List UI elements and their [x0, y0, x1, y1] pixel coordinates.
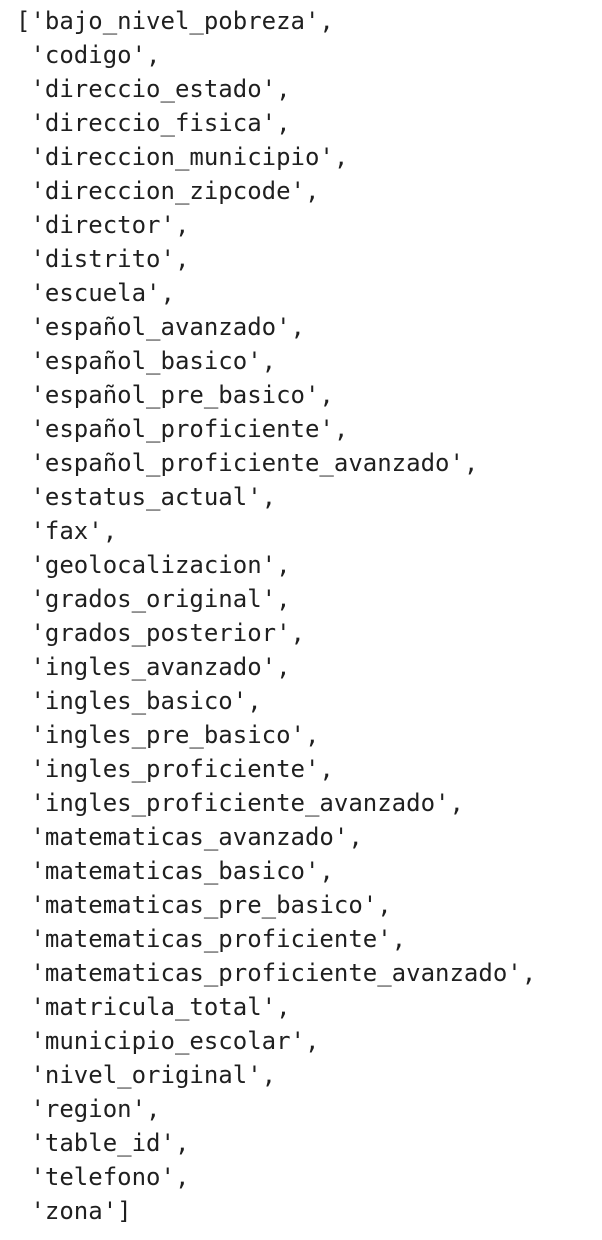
- output-line: 'matematicas_pre_basico',: [16, 891, 392, 919]
- output-line: 'grados_posterior',: [16, 619, 305, 647]
- output-line: 'matematicas_basico',: [16, 857, 334, 885]
- output-line: 'direccion_zipcode',: [16, 177, 320, 205]
- output-line: 'ingles_avanzado',: [16, 653, 291, 681]
- output-line: 'telefono',: [16, 1163, 190, 1191]
- output-line: 'direccio_estado',: [16, 75, 291, 103]
- output-line: ['bajo_nivel_pobreza',: [16, 7, 334, 35]
- output-line: 'fax',: [16, 517, 118, 545]
- output-line: 'ingles_proficiente',: [16, 755, 334, 783]
- output-line: 'matematicas_proficiente',: [16, 925, 407, 953]
- output-line: 'español_proficiente_avanzado',: [16, 449, 479, 477]
- output-line: 'direccio_fisica',: [16, 109, 291, 137]
- output-line: 'estatus_actual',: [16, 483, 277, 511]
- output-line: 'table_id',: [16, 1129, 190, 1157]
- output-line: 'matematicas_proficiente_avanzado',: [16, 959, 537, 987]
- output-line: 'nivel_original',: [16, 1061, 277, 1089]
- output-line: 'geolocalizacion',: [16, 551, 291, 579]
- output-line: 'codigo',: [16, 41, 161, 69]
- output-line: 'ingles_basico',: [16, 687, 262, 715]
- output-line: 'escuela',: [16, 279, 175, 307]
- output-line: 'ingles_pre_basico',: [16, 721, 320, 749]
- output-line: 'español_avanzado',: [16, 313, 305, 341]
- output-line: 'region',: [16, 1095, 161, 1123]
- output-line: 'municipio_escolar',: [16, 1027, 320, 1055]
- output-line: 'zona']: [16, 1197, 132, 1225]
- output-line: 'ingles_proficiente_avanzado',: [16, 789, 464, 817]
- output-line: 'direccion_municipio',: [16, 143, 349, 171]
- output-line: 'matricula_total',: [16, 993, 291, 1021]
- output-line: 'español_basico',: [16, 347, 277, 375]
- output-line: 'matematicas_avanzado',: [16, 823, 363, 851]
- output-line: 'español_pre_basico',: [16, 381, 334, 409]
- output-line: 'grados_original',: [16, 585, 291, 613]
- output-line: 'distrito',: [16, 245, 190, 273]
- output-line: 'director',: [16, 211, 190, 239]
- cell-output: ['bajo_nivel_pobreza', 'codigo', 'direcc…: [16, 4, 596, 1228]
- output-line: 'español_proficiente',: [16, 415, 349, 443]
